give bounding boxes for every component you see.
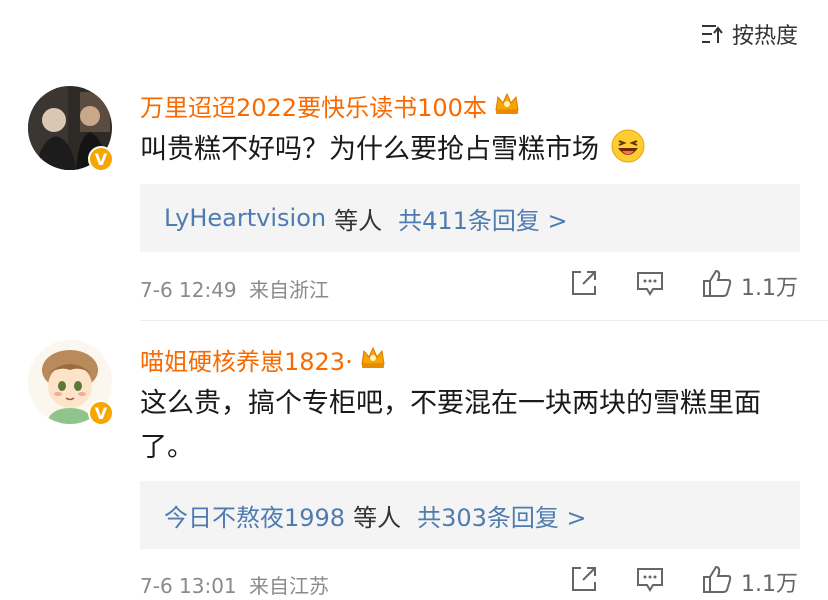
sort-by-hot-button[interactable]: 按热度 xyxy=(700,18,798,50)
thumbs-up-icon xyxy=(701,268,733,304)
crown-icon xyxy=(359,344,387,376)
verified-badge-icon: V xyxy=(88,400,114,426)
crown-icon xyxy=(493,90,521,122)
comment-text: 叫贵糕不好吗？为什么要抢占雪糕市场 xyxy=(140,128,800,178)
comment-location: 来自浙江 xyxy=(249,278,330,302)
username-link[interactable]: 万里迢迢2022要快乐读书100本 xyxy=(140,88,521,123)
comment-text: 这么贵，搞个专柜吧，不要混在一块两块的雪糕里面了。 xyxy=(140,388,761,463)
comment-divider xyxy=(140,320,828,321)
like-button[interactable]: 1.1万 xyxy=(701,268,798,304)
sort-label: 按热度 xyxy=(731,24,798,49)
comment-meta: 7-6 12:49 来自浙江 xyxy=(140,274,329,303)
verified-badge-icon: V xyxy=(88,146,114,172)
username-link[interactable]: 喵姐硬核养崽1823· xyxy=(140,342,387,377)
comment-icon[interactable] xyxy=(635,268,665,304)
comment-time: 7-6 12:49 xyxy=(140,278,237,302)
sort-icon xyxy=(700,23,724,45)
like-count: 1.1万 xyxy=(741,276,798,301)
share-icon[interactable] xyxy=(569,268,599,304)
comment-actions: 1.1万 xyxy=(569,268,798,304)
comment-location: 来自江苏 xyxy=(249,574,330,598)
like-count: 1.1万 xyxy=(741,572,798,597)
replies-summary-link[interactable]: LyHeartvision 等人 共411条回复 > xyxy=(140,184,800,252)
comment-time: 7-6 13:01 xyxy=(140,574,237,598)
replies-summary-link[interactable]: 今日不熬夜1998 等人 共303条回复 > xyxy=(140,481,800,549)
laughing-emoji-icon xyxy=(610,128,646,178)
